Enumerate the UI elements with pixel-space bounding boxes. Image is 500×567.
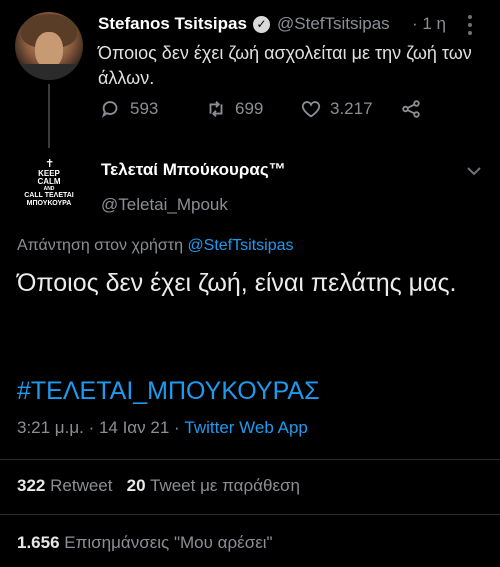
retweets-stat[interactable]: 322 Retweet bbox=[17, 476, 112, 495]
retweet-button[interactable]: 699 bbox=[205, 98, 263, 120]
share-icon bbox=[402, 100, 420, 118]
more-options-icon[interactable] bbox=[464, 14, 476, 36]
quotes-stat[interactable]: 20 Tweet με παράθεση bbox=[127, 476, 300, 495]
replying-to-label: Απάντηση στον χρήστη bbox=[17, 237, 183, 254]
mention-link[interactable]: @StefTsitsipas bbox=[187, 237, 293, 254]
likes-stat[interactable]: 1.656 Επισημάνσεις "Μου αρέσει" bbox=[17, 533, 273, 553]
tweet-timestamp[interactable]: 3:21 μ.μ. · 14 Ιαν 21 · bbox=[17, 418, 180, 437]
avatar-text-line: CALM bbox=[37, 177, 61, 186]
engagement-stats: 322 Retweet 20 Tweet με παράθεση bbox=[17, 476, 300, 496]
author-avatar[interactable] bbox=[15, 12, 83, 80]
avatar-text-line: ΜΠΟΥΚΟΥΡΑ bbox=[26, 200, 72, 207]
divider bbox=[0, 459, 500, 460]
retweet-icon bbox=[209, 101, 223, 117]
like-count: 3.217 bbox=[330, 99, 373, 118]
reply-icon bbox=[101, 101, 118, 118]
retweet-count: 699 bbox=[235, 99, 264, 118]
reply-button[interactable]: 593 bbox=[100, 98, 158, 120]
thread-line bbox=[48, 84, 50, 148]
verified-badge-icon: ✓ bbox=[253, 16, 270, 33]
tweet-text: Όποιος δεν έχει ζωή ασχολείται με την ζω… bbox=[98, 43, 472, 88]
reply-author-handle[interactable]: @Teletai_Mpouk bbox=[101, 195, 228, 215]
chevron-down-icon[interactable] bbox=[466, 165, 482, 177]
reply-count: 593 bbox=[130, 99, 159, 118]
tweet-meta: 3:21 μ.μ. · 14 Ιαν 21 · Twitter Web App bbox=[17, 418, 308, 438]
share-button[interactable] bbox=[400, 98, 422, 120]
reply-author-avatar[interactable]: ✝ KEEP CALM AND CALL ΤΕΛΕΤΑΙ ΜΠΟΥΚΟΥΡΑ bbox=[14, 155, 84, 225]
avatar-text-line: CALL ΤΕΛΕΤΑΙ bbox=[24, 192, 74, 199]
like-button[interactable]: 3.217 bbox=[300, 98, 373, 120]
author-handle[interactable]: @StefTsitsipas bbox=[277, 14, 390, 34]
author-name[interactable]: Stefanos Tsitsipas bbox=[98, 14, 247, 34]
tweet-timestamp[interactable]: · 1 η bbox=[412, 14, 446, 34]
divider bbox=[0, 514, 500, 515]
reply-tweet-text: Όποιος δεν έχει ζωή, είναι πελάτης μας. bbox=[17, 269, 457, 297]
replying-to: Απάντηση στον χρήστη @StefTsitsipas bbox=[17, 237, 294, 255]
hashtag-link[interactable]: #ΤΕΛΕΤΑΙ_ΜΠΟΥΚΟΥΡΑΣ bbox=[17, 377, 320, 406]
heart-icon bbox=[301, 101, 321, 118]
source-app-link[interactable]: Twitter Web App bbox=[184, 418, 307, 437]
reply-author-name[interactable]: Τελεταί Μπούκουρας™ bbox=[101, 160, 286, 180]
